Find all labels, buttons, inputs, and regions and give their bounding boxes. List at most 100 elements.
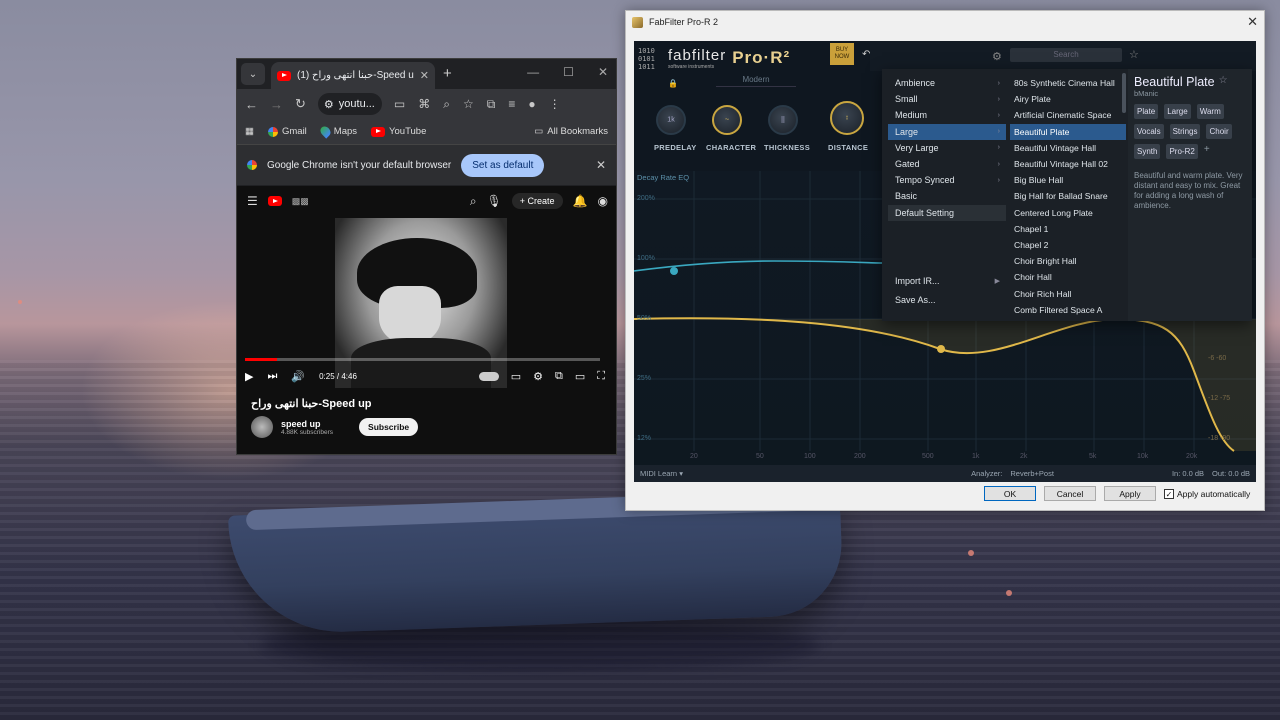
captions-icon[interactable]: ▭ [511, 370, 521, 383]
notifications-icon[interactable]: 🔔 [573, 194, 588, 208]
category-item[interactable]: Medium › [888, 107, 1006, 123]
analyzer-select[interactable]: Reverb+Post [1010, 469, 1054, 478]
fullscreen-icon[interactable]: ⛶ [597, 370, 605, 383]
bookmark-maps[interactable]: Maps [318, 124, 357, 139]
preset-item[interactable]: Artificial Cinematic Space [1010, 107, 1126, 123]
browser-tab[interactable]: (1) حبنا انتهى وراح-Speed up - YouTube ✕ [271, 62, 435, 89]
category-item[interactable]: Basic [888, 188, 1006, 204]
reload-icon[interactable]: ↻ [295, 96, 306, 112]
thickness-knob[interactable]: || [768, 105, 798, 135]
new-tab-icon[interactable]: + [443, 65, 452, 82]
mic-icon[interactable]: 🎙 [487, 194, 502, 208]
autoplay-toggle[interactable] [478, 371, 499, 381]
preset-item[interactable]: Airy Plate [1010, 91, 1126, 107]
apps-icon[interactable]: ▦ [245, 126, 254, 137]
lock-icon[interactable]: 🔒 [668, 79, 678, 88]
media-icon[interactable]: ≡ [508, 97, 515, 112]
preset-item[interactable]: Big Hall for Ballad Snare [1010, 188, 1126, 204]
category-item[interactable]: Small › [888, 91, 1006, 107]
predelay-knob[interactable]: 1k [656, 105, 686, 135]
preset-item[interactable]: Choir Rich Hall [1010, 286, 1126, 302]
create-button[interactable]: + Create [511, 193, 563, 209]
distance-knob[interactable]: ↕ [830, 101, 864, 135]
out-level[interactable]: Out: 0.0 dB [1212, 469, 1250, 478]
favorite-star-icon[interactable]: ☆ [1219, 75, 1228, 89]
bookmark-gmail[interactable]: Gmail [267, 126, 307, 137]
apply-button[interactable]: Apply [1104, 486, 1156, 501]
preset-tag[interactable]: Choir [1206, 124, 1232, 139]
in-level[interactable]: In: 0.0 dB [1172, 469, 1204, 478]
preset-tag[interactable]: Synth [1134, 144, 1161, 159]
play-icon[interactable]: ▶ [245, 370, 253, 383]
character-knob[interactable]: ~ [712, 105, 742, 135]
import-ir-item[interactable]: Import IR... ▶ [888, 273, 1006, 289]
video-progress-bar[interactable] [245, 358, 600, 361]
theater-icon[interactable]: ▭ [575, 370, 585, 383]
apply-automatically-checkbox[interactable]: ✓ Apply automatically [1164, 488, 1250, 499]
tab-search-icon[interactable]: ⌄ [241, 63, 265, 85]
preset-tag[interactable]: Plate [1134, 104, 1159, 119]
preset-item[interactable]: Chapel 1 [1010, 221, 1126, 237]
category-item[interactable]: Gated › [888, 156, 1006, 172]
midi-learn-button[interactable]: MIDI Learn ▾ [640, 469, 683, 478]
category-item[interactable]: Default Setting [888, 204, 1006, 221]
preset-item[interactable]: Big Blue Hall [1010, 172, 1126, 188]
category-item[interactable]: Ambience › [888, 75, 1006, 91]
next-icon[interactable]: ⏭ [267, 370, 277, 383]
favorite-star-icon[interactable]: ☆ [1129, 48, 1139, 61]
category-item[interactable]: Tempo Synced › [888, 172, 1006, 188]
account-avatar-icon[interactable]: ◉ [598, 194, 608, 208]
close-tab-icon[interactable]: ✕ [420, 69, 429, 82]
search-icon[interactable]: ⌕ [470, 194, 477, 209]
hamburger-icon[interactable]: ☰ [247, 194, 258, 208]
preset-tag[interactable]: Vocals [1134, 124, 1164, 139]
zoom-icon[interactable]: ⌕ [443, 97, 450, 112]
preset-tag[interactable]: Warm [1196, 104, 1224, 119]
settings-gear-icon[interactable]: ⚙ [533, 370, 543, 383]
preset-tag[interactable]: Strings [1169, 124, 1201, 139]
preset-tag[interactable]: Large [1164, 104, 1191, 119]
bookmark-star-icon[interactable]: ☆ [463, 97, 474, 112]
menu-icon[interactable]: ⋮ [549, 97, 561, 112]
dismiss-icon[interactable]: ✕ [596, 158, 606, 172]
preset-item[interactable]: Centered Long Plate [1010, 205, 1126, 221]
close-window-icon[interactable]: ✕ [1247, 14, 1258, 30]
preset-item[interactable]: Choir Hall [1010, 269, 1126, 285]
volume-icon[interactable]: 🔊 [291, 370, 305, 383]
ok-button[interactable]: OK [984, 486, 1036, 501]
category-item[interactable]: Large › [888, 123, 1006, 140]
miniplayer-icon[interactable]: ⧉ [555, 370, 563, 383]
channel-avatar[interactable] [251, 416, 273, 438]
mode-switch[interactable]: Modern [716, 75, 796, 87]
maximize-icon[interactable]: ☐ [563, 65, 574, 79]
youtube-logo-icon[interactable] [267, 196, 282, 206]
translate-icon[interactable]: ⌘ [418, 97, 430, 112]
preset-scrollbar[interactable] [1122, 73, 1126, 113]
extensions-icon[interactable]: ⧉ [487, 97, 496, 112]
set-default-button[interactable]: Set as default [461, 153, 545, 177]
add-tag-icon[interactable]: + [1204, 144, 1210, 159]
back-icon[interactable]: ← [245, 97, 258, 112]
subscribe-button[interactable]: Subscribe [359, 418, 419, 436]
minimize-icon[interactable]: — [527, 65, 539, 79]
preset-item[interactable]: 80s Synthetic Cinema Hall [1010, 75, 1126, 91]
save-as-item[interactable]: Save As... [888, 292, 1006, 308]
preset-item[interactable]: Beautiful Plate [1010, 123, 1126, 140]
preset-search-input[interactable]: Search [1010, 48, 1122, 62]
preset-item[interactable]: Beautiful Vintage Hall [1010, 140, 1126, 156]
settings-gear-icon[interactable]: ⚙ [992, 50, 1002, 63]
cancel-button[interactable]: Cancel [1044, 486, 1096, 501]
close-window-icon[interactable]: ✕ [598, 65, 608, 79]
forward-icon[interactable]: → [270, 97, 283, 112]
profile-avatar-icon[interactable]: ● [528, 97, 535, 112]
address-bar[interactable]: ⚙ youtu... [317, 93, 382, 115]
buy-now-button[interactable]: BUY NOW [830, 43, 854, 65]
bookmark-youtube[interactable]: YouTube [371, 126, 426, 137]
preset-item[interactable]: Comb Filtered Space A [1010, 302, 1126, 318]
preset-tag[interactable]: Pro-R2 [1166, 144, 1198, 159]
all-bookmarks[interactable]: ▭ All Bookmarks [534, 126, 608, 137]
category-item[interactable]: Very Large › [888, 140, 1006, 156]
preset-item[interactable]: Choir Bright Hall [1010, 253, 1126, 269]
site-info-icon[interactable]: ⚙ [324, 98, 334, 111]
cast-icon[interactable]: ▭ [394, 97, 405, 112]
